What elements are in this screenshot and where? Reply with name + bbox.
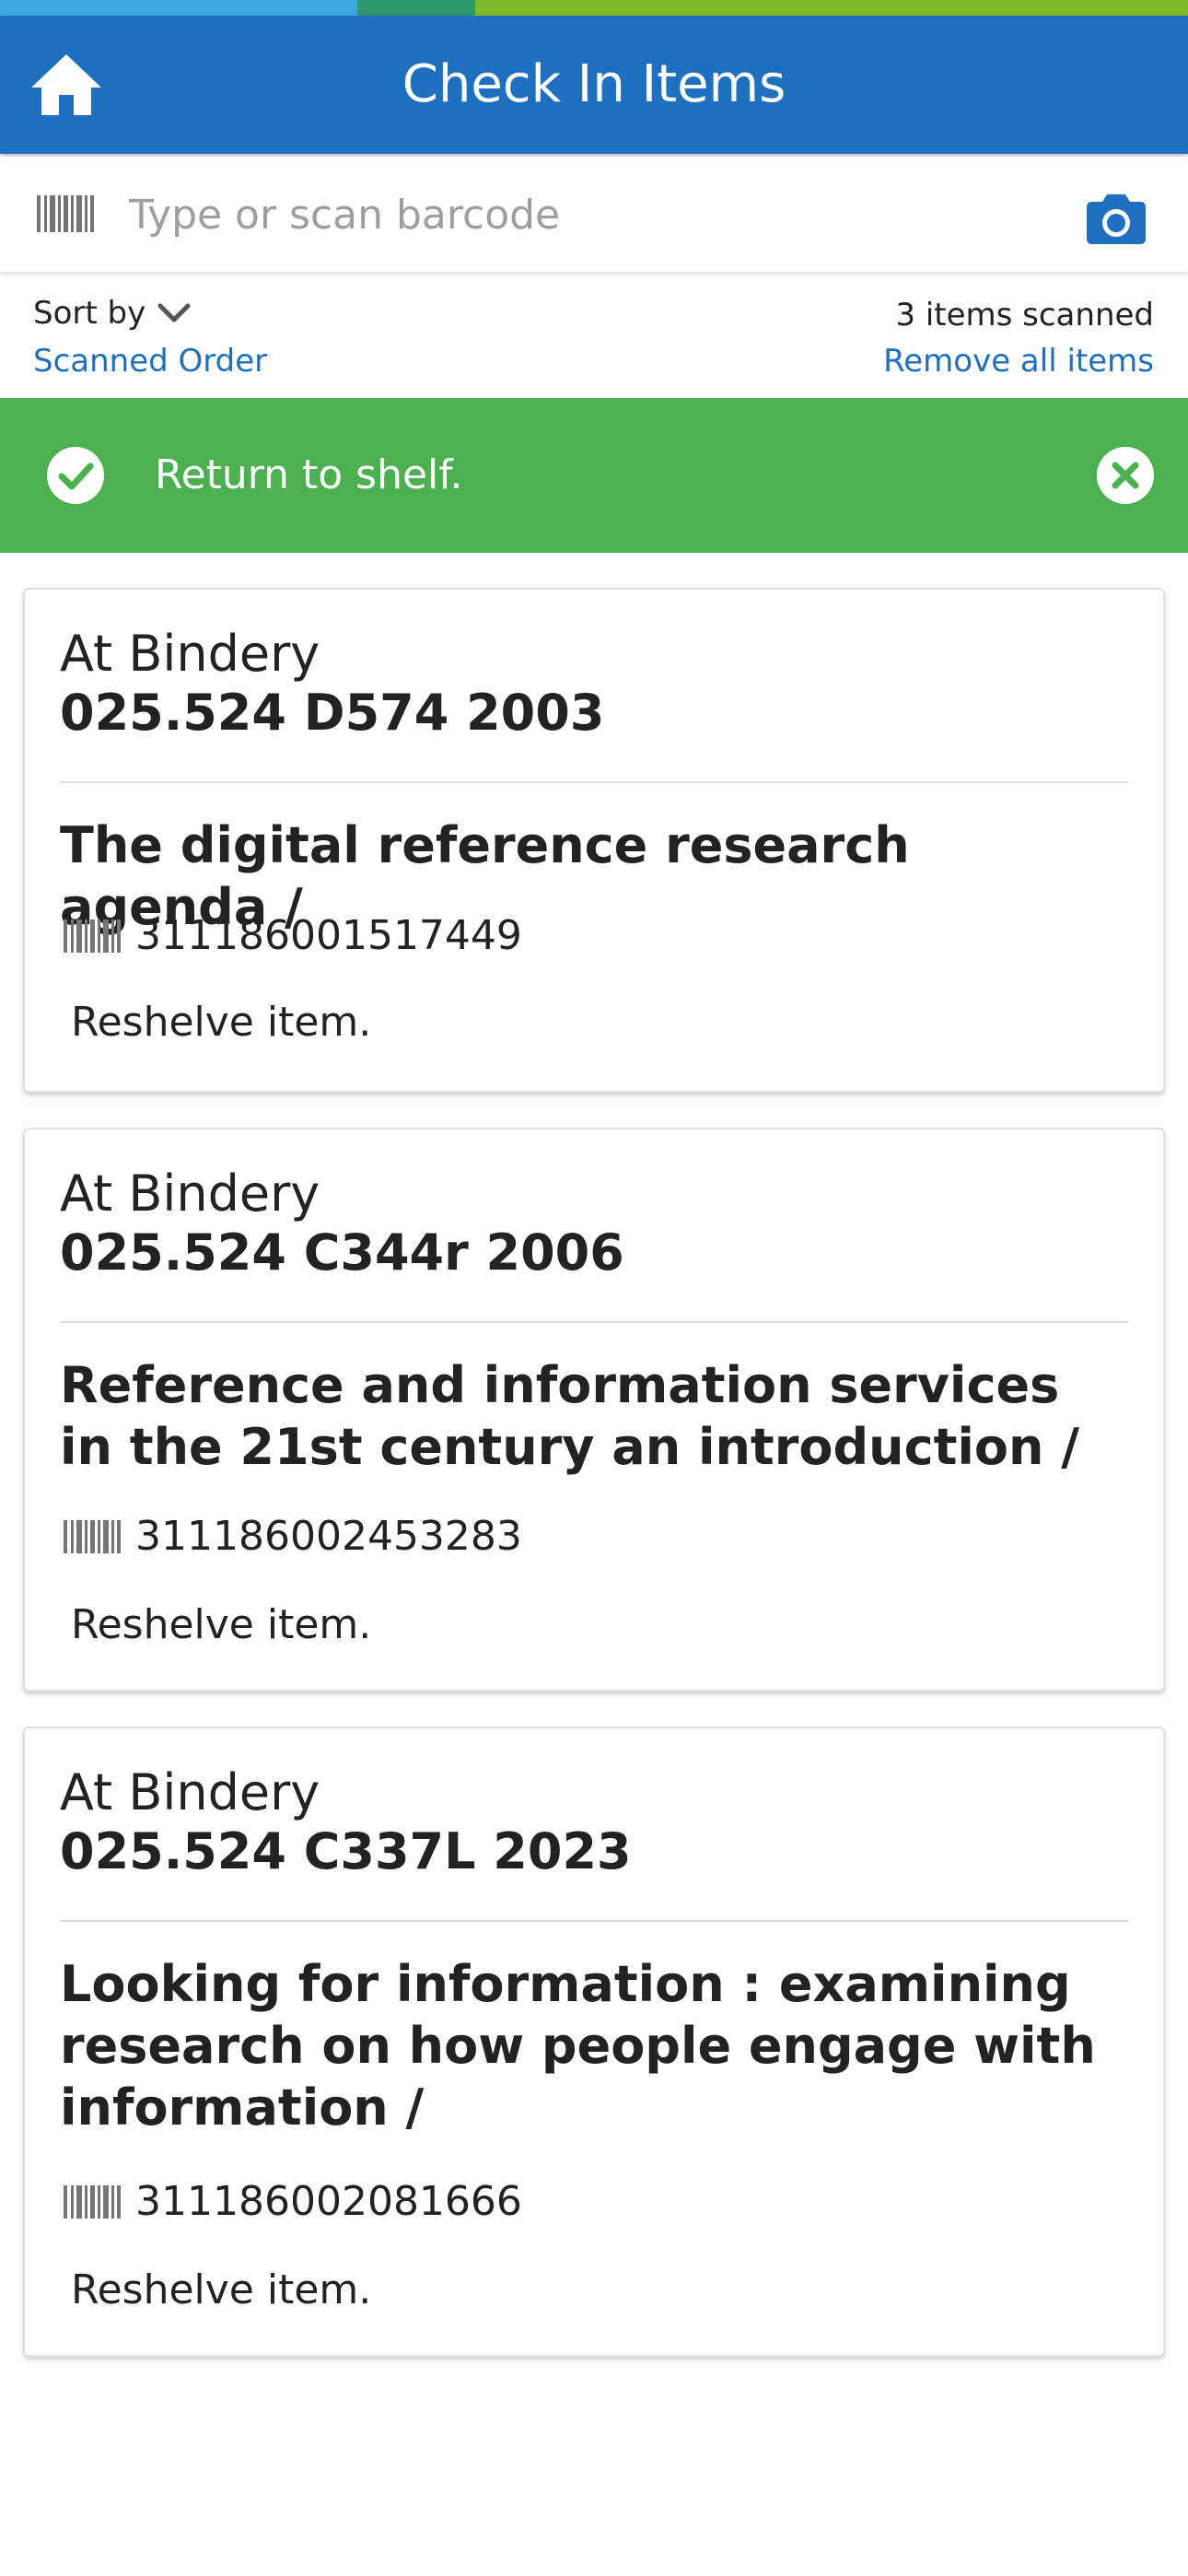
item-card[interactable]: At Bindery 025.524 D574 2003 The digital… [23,588,1165,1093]
card-divider [60,1920,1128,1922]
item-call-number: 025.524 D574 2003 [60,684,605,742]
chevron-down-icon [157,303,191,322]
item-barcode: 311186002453283 [135,1513,522,1560]
status-strip-segment [475,0,1188,16]
check-circle-icon [47,447,104,504]
close-circle-icon[interactable] [1096,446,1155,505]
sort-label: Sort by [33,295,146,332]
home-button[interactable] [28,45,105,123]
item-action: Reshelve item. [71,999,372,1046]
sort-row: Sort by Scanned Order 3 items scanned Re… [0,276,1188,396]
barcode-icon [64,919,121,953]
item-status: At Bindery [60,1165,320,1223]
sort-value[interactable]: Scanned Order [33,343,267,380]
barcode-icon [64,1519,121,1553]
item-call-number: 025.524 C337L 2023 [60,1822,632,1880]
item-card[interactable]: At Bindery 025.524 C344r 2006 Reference … [23,1128,1165,1692]
card-divider [60,781,1128,783]
card-divider [60,1321,1128,1323]
barcode-input[interactable] [129,184,1050,245]
barcode-icon [37,195,94,232]
page-title: Check In Items [402,54,786,114]
sort-dropdown[interactable]: Sort by [33,295,192,332]
status-strip-segment [0,0,357,16]
item-call-number: 025.524 C344r 2006 [60,1224,624,1282]
item-card[interactable]: At Bindery 025.524 C337L 2023 Looking fo… [23,1727,1165,2357]
item-barcode: 311186001517449 [135,912,522,959]
camera-icon [1087,194,1146,244]
item-barcode-row: 311186002081666 [64,2178,522,2225]
item-title: Reference and information services in th… [60,1356,1079,1476]
item-status: At Bindery [60,1763,320,1821]
remove-all-items-link[interactable]: Remove all items [883,343,1154,380]
item-status: At Bindery [60,625,320,683]
barcode-icon [64,2184,121,2219]
item-barcode: 311186002081666 [135,2178,522,2225]
success-banner: Return to shelf. [0,398,1188,553]
camera-button[interactable] [1079,186,1153,252]
item-title: Looking for information : examining rese… [60,1955,1096,2137]
item-barcode-row: 311186002453283 [64,1513,522,1560]
item-action: Reshelve item. [71,1601,372,1648]
home-icon [31,54,101,115]
status-strip [0,0,1188,16]
banner-message: Return to shelf. [155,451,463,498]
item-action: Reshelve item. [71,2266,372,2313]
items-scanned-count: 3 items scanned [895,297,1154,334]
scan-bar [0,157,1188,272]
app-header: Check In Items [0,16,1188,154]
item-barcode-row: 311186001517449 [64,912,522,959]
status-strip-segment [357,0,475,16]
